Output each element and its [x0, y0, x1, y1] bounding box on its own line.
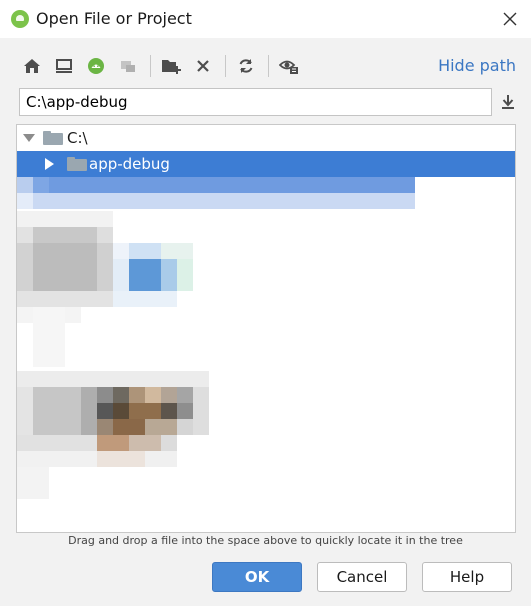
file-tree[interactable]: C:\ app-debug — [16, 124, 516, 533]
blurred-region — [17, 177, 417, 211]
home-button[interactable] — [18, 52, 46, 80]
toolbar-separator — [225, 55, 226, 77]
new-folder-icon — [162, 60, 181, 74]
expand-arrow-icon[interactable] — [23, 134, 35, 142]
collapse-arrow-icon[interactable] — [45, 158, 54, 170]
tree-node-label: C:\ — [67, 129, 88, 147]
help-button[interactable]: Help — [422, 562, 512, 592]
refresh-icon — [239, 59, 253, 73]
module-button[interactable] — [114, 52, 142, 80]
show-hidden-icon — [279, 60, 298, 74]
blurred-region — [17, 371, 217, 505]
tree-node-label: app-debug — [89, 155, 170, 173]
folder-icon — [67, 157, 87, 171]
close-icon — [503, 12, 517, 26]
toolbar — [18, 52, 307, 80]
delete-icon — [197, 60, 209, 72]
desktop-button[interactable] — [50, 52, 78, 80]
android-project-icon — [88, 58, 104, 74]
toolbar-separator — [150, 55, 151, 77]
module-icon — [121, 61, 135, 72]
show-hidden-button[interactable] — [275, 52, 303, 80]
download-button[interactable] — [497, 90, 519, 114]
ok-button[interactable]: OK — [212, 562, 302, 592]
cancel-button[interactable]: Cancel — [317, 562, 407, 592]
title-bar: Open File or Project — [0, 0, 531, 38]
path-input[interactable] — [19, 88, 492, 116]
android-studio-icon — [11, 10, 29, 28]
toolbar-separator — [268, 55, 269, 77]
folder-icon — [43, 131, 63, 145]
home-icon — [24, 59, 40, 73]
dialog-title: Open File or Project — [36, 9, 192, 28]
tree-node-selected[interactable]: app-debug — [17, 151, 515, 177]
drag-drop-hint: Drag and drop a file into the space abov… — [68, 534, 463, 547]
download-icon — [502, 95, 514, 109]
close-button[interactable] — [497, 6, 523, 32]
project-button[interactable] — [82, 52, 110, 80]
tree-node-root[interactable]: C:\ — [17, 125, 515, 151]
new-folder-button[interactable] — [157, 52, 185, 80]
desktop-icon — [56, 59, 72, 73]
blurred-region — [33, 307, 65, 367]
hide-path-link[interactable]: Hide path — [438, 56, 516, 76]
open-file-dialog: Open File or Project Hide path C:\app-de… — [0, 0, 531, 606]
delete-button[interactable] — [189, 52, 217, 80]
refresh-button[interactable] — [232, 52, 260, 80]
